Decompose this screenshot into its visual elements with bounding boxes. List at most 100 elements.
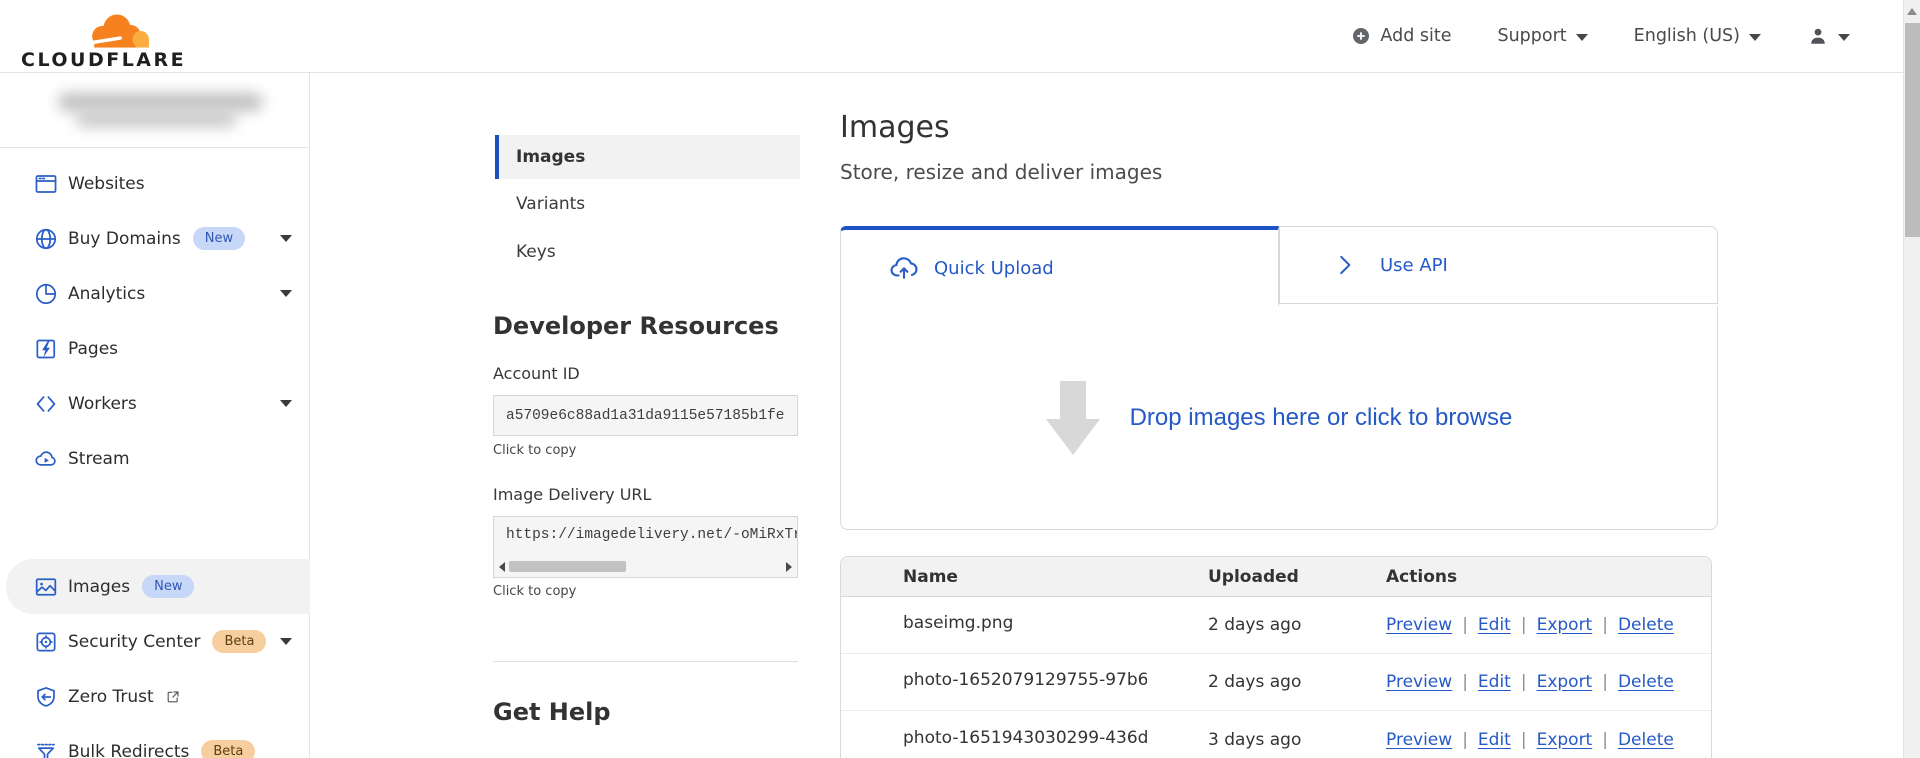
table-row: photo-1651943030299-436dac28 3 days ago …: [841, 711, 1711, 758]
image-name: photo-1651943030299-436dac28: [903, 727, 1147, 748]
row-actions: Preview | Edit | Export | Delete: [1386, 615, 1674, 635]
sidebar-item-security-center[interactable]: Security Center Beta: [0, 614, 310, 669]
image-name: photo-1652079129755-97b606e1: [903, 669, 1147, 690]
shield-arrow-icon: [37, 686, 55, 707]
pie-chart-icon: [35, 283, 57, 304]
chevron-down-icon: [280, 290, 292, 297]
cloud-play-icon: [35, 450, 56, 466]
sidebar-item-stream[interactable]: Stream: [0, 431, 310, 486]
tab-use-api[interactable]: Use API: [1279, 226, 1718, 304]
row-actions: Preview | Edit | Export | Delete: [1386, 672, 1674, 692]
page-title: Images: [840, 110, 950, 145]
subnav-item-variants[interactable]: Variants: [495, 182, 800, 226]
language-label: English (US): [1633, 26, 1740, 46]
chevron-right-icon: [1340, 255, 1351, 275]
chevron-down-icon: [280, 400, 292, 407]
subnav-item-keys[interactable]: Keys: [495, 230, 800, 274]
top-header: CLOUDFLARE Add site Support English (US): [0, 0, 1920, 73]
add-site-button[interactable]: Add site: [1351, 26, 1451, 46]
external-link-icon: [167, 690, 179, 702]
delete-link[interactable]: Delete: [1618, 672, 1674, 692]
scroll-left-arrow-icon[interactable]: [499, 562, 505, 572]
scroll-up-arrow-icon[interactable]: [1907, 8, 1917, 15]
cloud-upload-icon: [890, 257, 918, 279]
table-header-row: Name Uploaded Actions: [841, 557, 1711, 597]
sidebar-item-workers[interactable]: Workers: [0, 376, 310, 431]
vertical-scrollbar-thumb[interactable]: [1905, 23, 1920, 237]
divider: [0, 147, 310, 148]
delivery-url-copy-hint[interactable]: Click to copy: [493, 584, 576, 599]
account-id-label: Account ID: [493, 364, 580, 383]
export-link[interactable]: Export: [1537, 672, 1593, 692]
new-badge: New: [142, 575, 195, 598]
new-badge: New: [192, 227, 246, 250]
plus-circle-icon: [1353, 28, 1370, 44]
scroll-right-arrow-icon[interactable]: [786, 562, 792, 572]
sidebar-item-pages[interactable]: Pages: [0, 321, 310, 376]
page-subtitle: Store, resize and deliver images: [840, 160, 1163, 184]
delivery-url-field[interactable]: https://imagedelivery.net/-oMiRxTr: [493, 516, 798, 578]
edit-link[interactable]: Edit: [1478, 615, 1511, 635]
cloudflare-cloud-icon: [88, 14, 149, 48]
row-actions: Preview | Edit | Export | Delete: [1386, 730, 1674, 750]
horizontal-scrollbar-thumb[interactable]: [509, 561, 626, 572]
sidebar-item-analytics[interactable]: Analytics: [0, 266, 310, 321]
edit-link[interactable]: Edit: [1478, 672, 1511, 692]
angle-brackets-icon: [36, 395, 56, 412]
cloudflare-logo[interactable]: CLOUDFLARE: [21, 6, 184, 71]
support-label: Support: [1497, 26, 1567, 46]
table-row: baseimg.png 2 days ago Preview | Edit | Expo…: [841, 597, 1711, 654]
delete-link[interactable]: Delete: [1618, 615, 1674, 635]
edit-link[interactable]: Edit: [1478, 730, 1511, 750]
divider: [493, 661, 798, 662]
chevron-down-icon: [1838, 33, 1850, 41]
preview-link[interactable]: Preview: [1386, 672, 1452, 692]
chevron-down-icon: [280, 638, 292, 645]
chevron-down-icon: [1575, 33, 1588, 41]
safe-icon: [36, 631, 56, 652]
account-name-blurred[interactable]: [0, 73, 310, 147]
table-row: photo-1652079129755-97b606e1 2 days ago …: [841, 654, 1711, 711]
chevron-down-icon: [1749, 33, 1761, 41]
sidebar-item-images[interactable]: Images New: [6, 559, 310, 614]
account-id-field[interactable]: a5709e6c88ad1a31da9115e57185b1fe: [493, 395, 798, 436]
subnav-item-images[interactable]: Images: [495, 135, 800, 179]
primary-sidebar: Websites Buy Domains New Analytics Pages…: [0, 73, 310, 758]
developer-resources-heading: Developer Resources: [493, 312, 779, 340]
chevron-down-icon: [280, 235, 292, 242]
horizontal-scrollbar[interactable]: [494, 559, 797, 574]
down-arrow-icon: [1045, 380, 1100, 455]
uploaded-time: 2 days ago: [1208, 672, 1302, 692]
blurred-text: [58, 93, 263, 111]
tab-quick-upload[interactable]: Quick Upload: [840, 226, 1279, 306]
account-id-value: a5709e6c88ad1a31da9115e57185b1fe: [506, 407, 785, 424]
sidebar-item-websites[interactable]: Websites: [0, 156, 310, 211]
blurred-text: [76, 111, 236, 127]
dropzone-text: Drop images here or click to browse: [1129, 403, 1513, 431]
beta-badge: Beta: [212, 630, 267, 653]
account-menu[interactable]: [1807, 25, 1850, 47]
image-name: baseimg.png: [903, 612, 1014, 633]
column-header-actions: Actions: [1386, 566, 1458, 587]
browser-window-icon: [35, 174, 57, 193]
vertical-scrollbar[interactable]: [1903, 0, 1920, 758]
sidebar-item-zero-trust[interactable]: Zero Trust: [0, 669, 310, 724]
preview-link[interactable]: Preview: [1386, 730, 1452, 750]
delivery-url-label: Image Delivery URL: [493, 485, 652, 504]
delete-link[interactable]: Delete: [1618, 730, 1674, 750]
export-link[interactable]: Export: [1537, 730, 1593, 750]
export-link[interactable]: Export: [1537, 615, 1593, 635]
support-menu[interactable]: Support: [1497, 26, 1588, 46]
add-site-label: Add site: [1380, 26, 1452, 46]
sidebar-item-buy-domains[interactable]: Buy Domains New: [0, 211, 310, 266]
preview-link[interactable]: Preview: [1386, 615, 1452, 635]
get-help-heading: Get Help: [493, 698, 611, 726]
sidebar-item-bulk-redirects[interactable]: Bulk Redirects Beta: [0, 724, 310, 758]
lightning-page-icon: [36, 339, 56, 358]
cloudflare-dashboard: CLOUDFLARE Add site Support English (US): [0, 0, 1920, 758]
funnel-icon: [37, 743, 55, 758]
image-dropzone[interactable]: Drop images here or click to browse: [840, 306, 1718, 530]
account-id-copy-hint[interactable]: Click to copy: [493, 443, 576, 458]
language-menu[interactable]: English (US): [1634, 26, 1761, 46]
image-icon: [35, 577, 57, 596]
